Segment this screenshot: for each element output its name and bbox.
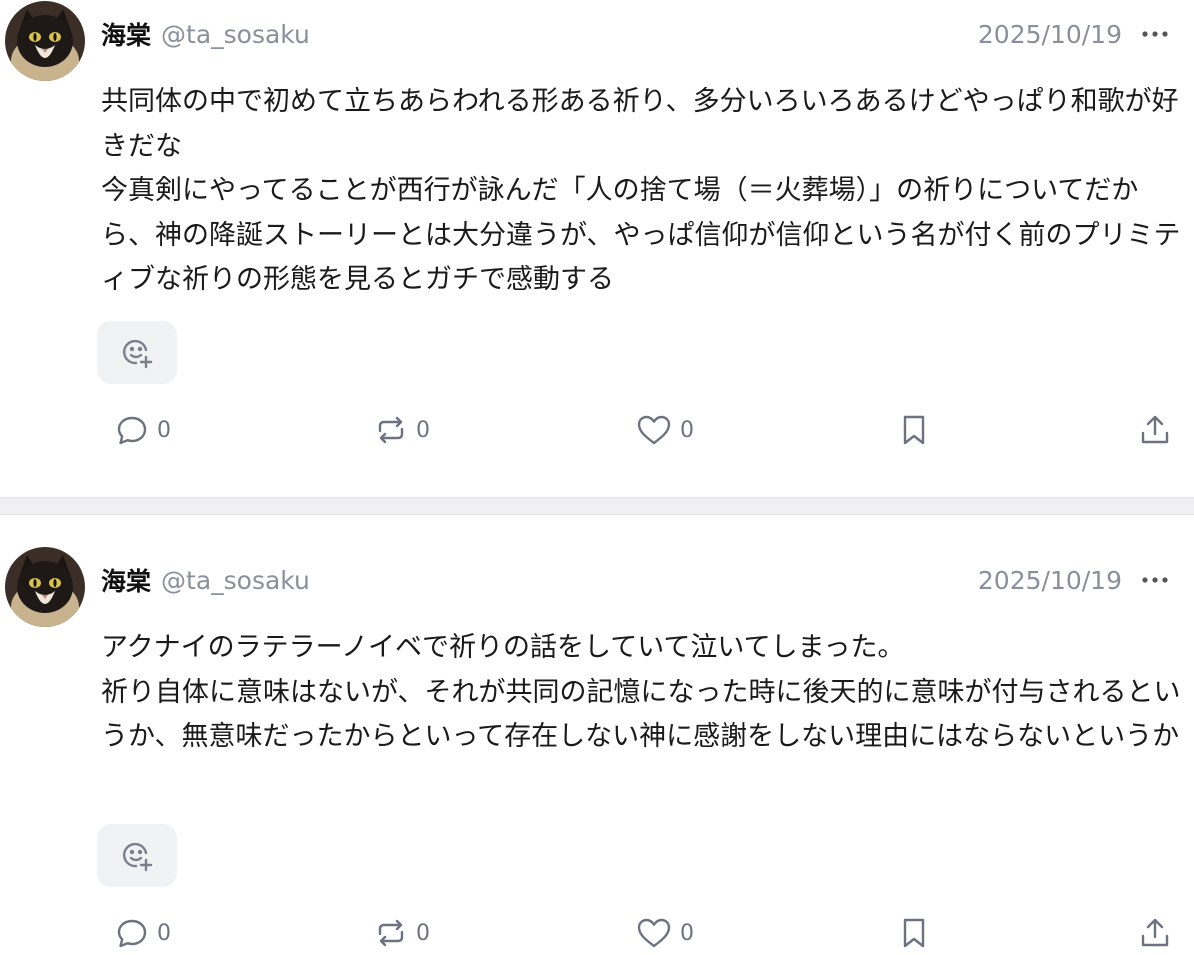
post-actions: 0 0 0	[0, 911, 1194, 955]
add-reaction-button[interactable]	[97, 824, 177, 887]
post-date[interactable]: 2025/10/19	[978, 566, 1122, 595]
add-reaction-icon	[120, 839, 154, 873]
more-horizontal-icon[interactable]	[1140, 22, 1170, 46]
author-handle[interactable]: @ta_sosaku	[161, 20, 310, 49]
reply-count: 0	[157, 417, 171, 443]
reply-button[interactable]: 0	[115, 911, 171, 955]
post-item[interactable]: 海棠 @ta_sosaku 2025/10/19 共同体の中で初めて立ちあらわれ…	[0, 0, 1194, 497]
reply-button[interactable]: 0	[115, 408, 171, 452]
author-handle[interactable]: @ta_sosaku	[161, 566, 310, 595]
repost-arrows-icon	[374, 916, 408, 950]
avatar[interactable]	[5, 547, 85, 627]
like-button[interactable]: 0	[636, 408, 694, 452]
bookmark-button[interactable]	[899, 408, 929, 452]
post-text: アクナイのラテラーノイベで祈りの話をしていて泣いてしまった。 祈り自体に意味はな…	[101, 632, 1181, 752]
repost-count: 0	[416, 920, 430, 946]
repost-arrows-icon	[374, 413, 408, 447]
share-upload-icon	[1138, 413, 1172, 447]
like-button[interactable]: 0	[636, 911, 694, 955]
share-upload-icon	[1138, 916, 1172, 950]
post-date[interactable]: 2025/10/19	[978, 20, 1122, 49]
bookmark-icon	[899, 916, 929, 950]
repost-count: 0	[416, 417, 430, 443]
author-row: 海棠 @ta_sosaku 2025/10/19	[101, 560, 1194, 600]
post-actions: 0 0 0	[0, 408, 1194, 452]
speech-bubble-icon	[115, 413, 149, 447]
share-button[interactable]	[1138, 408, 1172, 452]
bookmark-icon	[899, 413, 929, 447]
heart-icon	[636, 413, 672, 447]
like-count: 0	[680, 417, 694, 443]
share-button[interactable]	[1138, 911, 1172, 955]
heart-icon	[636, 916, 672, 950]
post-separator	[0, 497, 1194, 515]
reply-count: 0	[157, 920, 171, 946]
cat-avatar-image	[5, 1, 85, 81]
bookmark-button[interactable]	[899, 911, 929, 955]
add-reaction-icon	[120, 336, 154, 370]
author-row: 海棠 @ta_sosaku 2025/10/19	[101, 14, 1194, 54]
repost-button[interactable]: 0	[374, 911, 430, 955]
add-reaction-button[interactable]	[97, 321, 177, 384]
speech-bubble-icon	[115, 916, 149, 950]
avatar[interactable]	[5, 1, 85, 81]
repost-button[interactable]: 0	[374, 408, 430, 452]
like-count: 0	[680, 920, 694, 946]
cat-avatar-image	[5, 547, 85, 627]
post-item[interactable]: 海棠 @ta_sosaku 2025/10/19 アクナイのラテラーノイベで祈り…	[0, 515, 1194, 948]
author-display-name[interactable]: 海棠	[101, 562, 151, 598]
author-display-name[interactable]: 海棠	[101, 16, 151, 52]
post-text: 共同体の中で初めて立ちあらわれる形ある祈り、多分いろいろあるけどやっぱり和歌が好…	[101, 86, 1181, 295]
more-horizontal-icon[interactable]	[1140, 568, 1170, 592]
